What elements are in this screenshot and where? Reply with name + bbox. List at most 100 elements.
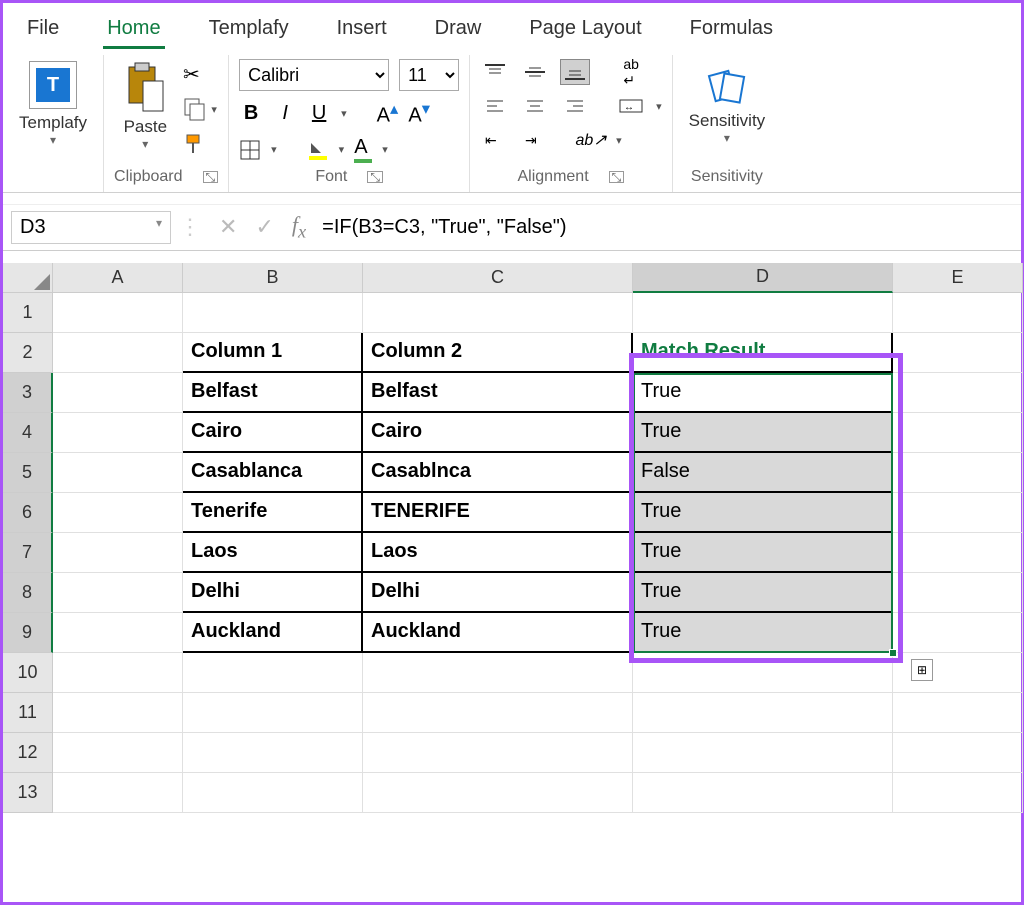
row-header-10[interactable]: 10	[3, 653, 53, 693]
cell-B3[interactable]: Belfast	[183, 373, 363, 413]
row-header-4[interactable]: 4	[3, 413, 53, 453]
cell-B4[interactable]: Cairo	[183, 413, 363, 453]
cancel-formula-button[interactable]: ✕	[219, 214, 237, 240]
decrease-indent-button[interactable]: ⇤	[480, 127, 510, 153]
column-header-B[interactable]: B	[183, 263, 363, 293]
fill-color-button[interactable]	[307, 139, 329, 161]
select-all-corner[interactable]	[3, 263, 53, 293]
cell-B9[interactable]: Auckland	[183, 613, 363, 653]
align-left-button[interactable]	[480, 93, 510, 119]
cell-B1[interactable]	[183, 293, 363, 333]
row-header-13[interactable]: 13	[3, 773, 53, 813]
cell-E3[interactable]	[893, 373, 1023, 413]
paste-button[interactable]: Paste ▾	[115, 59, 175, 153]
font-color-button[interactable]: A	[354, 136, 372, 164]
align-right-button[interactable]	[560, 93, 590, 119]
cell-E1[interactable]	[893, 293, 1023, 333]
alignment-dialog-launcher[interactable]: ⤡	[609, 171, 625, 183]
copy-button[interactable]: ▾	[183, 97, 217, 121]
cell-D2[interactable]: Match Result	[633, 333, 893, 373]
cell-C8[interactable]: Delhi	[363, 573, 633, 613]
cell-D13[interactable]	[633, 773, 893, 813]
cell-D1[interactable]	[633, 293, 893, 333]
cell-A11[interactable]	[53, 693, 183, 733]
cell-A2[interactable]	[53, 333, 183, 373]
fx-button[interactable]: fx	[292, 212, 306, 242]
font-dialog-launcher[interactable]: ⤡	[367, 171, 383, 183]
cell-C6[interactable]: TENERIFE	[363, 493, 633, 533]
column-header-C[interactable]: C	[363, 263, 633, 293]
cell-A12[interactable]	[53, 733, 183, 773]
cell-A5[interactable]	[53, 453, 183, 493]
font-size-select[interactable]: 11	[399, 59, 459, 91]
cell-E4[interactable]	[893, 413, 1023, 453]
formula-input[interactable]: =IF(B3=C3, "True", "False")	[314, 212, 1013, 243]
cell-D5[interactable]: False	[633, 453, 893, 493]
cell-C11[interactable]	[363, 693, 633, 733]
font-name-select[interactable]: Calibri	[239, 59, 389, 91]
cell-D8[interactable]: True	[633, 573, 893, 613]
cell-A9[interactable]	[53, 613, 183, 653]
tab-home[interactable]: Home	[103, 11, 164, 49]
cell-B7[interactable]: Laos	[183, 533, 363, 573]
wrap-text-button[interactable]: ab↵	[616, 59, 646, 85]
borders-button[interactable]	[239, 139, 261, 161]
cell-E7[interactable]	[893, 533, 1023, 573]
tab-formulas[interactable]: Formulas	[686, 11, 777, 49]
cell-D10[interactable]	[633, 653, 893, 693]
tab-insert[interactable]: Insert	[333, 11, 391, 49]
underline-button[interactable]: U	[307, 102, 331, 125]
cell-C9[interactable]: Auckland	[363, 613, 633, 653]
cell-D11[interactable]	[633, 693, 893, 733]
row-header-5[interactable]: 5	[3, 453, 53, 493]
row-header-6[interactable]: 6	[3, 493, 53, 533]
cell-B8[interactable]: Delhi	[183, 573, 363, 613]
column-header-D[interactable]: D	[633, 263, 893, 293]
cell-A1[interactable]	[53, 293, 183, 333]
increase-indent-button[interactable]: ⇥	[520, 127, 550, 153]
cells-area[interactable]: Column 1Column 2Match ResultBelfastBelfa…	[53, 293, 1023, 813]
enter-formula-button[interactable]: ✓	[255, 214, 273, 240]
cell-E11[interactable]	[893, 693, 1023, 733]
bold-button[interactable]: B	[239, 102, 263, 125]
align-middle-button[interactable]	[520, 59, 550, 85]
tab-file[interactable]: File	[23, 11, 63, 49]
cell-A6[interactable]	[53, 493, 183, 533]
row-header-9[interactable]: 9	[3, 613, 53, 653]
name-box[interactable]: D3 ▾	[11, 211, 171, 244]
templafy-button[interactable]: T Templafy ▾	[13, 59, 93, 149]
cell-D12[interactable]	[633, 733, 893, 773]
cell-E12[interactable]	[893, 733, 1023, 773]
cell-B11[interactable]	[183, 693, 363, 733]
cell-E8[interactable]	[893, 573, 1023, 613]
clipboard-dialog-launcher[interactable]: ⤡	[203, 171, 219, 183]
cut-button[interactable]: ✂	[183, 63, 217, 87]
cell-D9[interactable]: True	[633, 613, 893, 653]
cell-B5[interactable]: Casablanca	[183, 453, 363, 493]
tab-page-layout[interactable]: Page Layout	[525, 11, 645, 49]
cell-A4[interactable]	[53, 413, 183, 453]
cell-D7[interactable]: True	[633, 533, 893, 573]
cell-B6[interactable]: Tenerife	[183, 493, 363, 533]
tab-templafy[interactable]: Templafy	[205, 11, 293, 49]
cell-B12[interactable]	[183, 733, 363, 773]
autofill-options-button[interactable]: ⊞	[911, 659, 933, 681]
increase-font-button[interactable]: A▴	[377, 99, 399, 128]
cell-E13[interactable]	[893, 773, 1023, 813]
decrease-font-button[interactable]: A▾	[408, 99, 430, 128]
orientation-button[interactable]: ab↗	[576, 127, 606, 153]
format-painter-button[interactable]	[183, 131, 217, 155]
cell-C7[interactable]: Laos	[363, 533, 633, 573]
cell-A8[interactable]	[53, 573, 183, 613]
cell-C2[interactable]: Column 2	[363, 333, 633, 373]
cell-C4[interactable]: Cairo	[363, 413, 633, 453]
cell-E6[interactable]	[893, 493, 1023, 533]
cell-C3[interactable]: Belfast	[363, 373, 633, 413]
italic-button[interactable]: I	[273, 102, 297, 125]
cell-B10[interactable]	[183, 653, 363, 693]
align-center-button[interactable]	[520, 93, 550, 119]
align-top-button[interactable]	[480, 59, 510, 85]
sensitivity-button[interactable]: Sensitivity ▾	[683, 59, 772, 147]
tab-draw[interactable]: Draw	[431, 11, 486, 49]
cell-C13[interactable]	[363, 773, 633, 813]
